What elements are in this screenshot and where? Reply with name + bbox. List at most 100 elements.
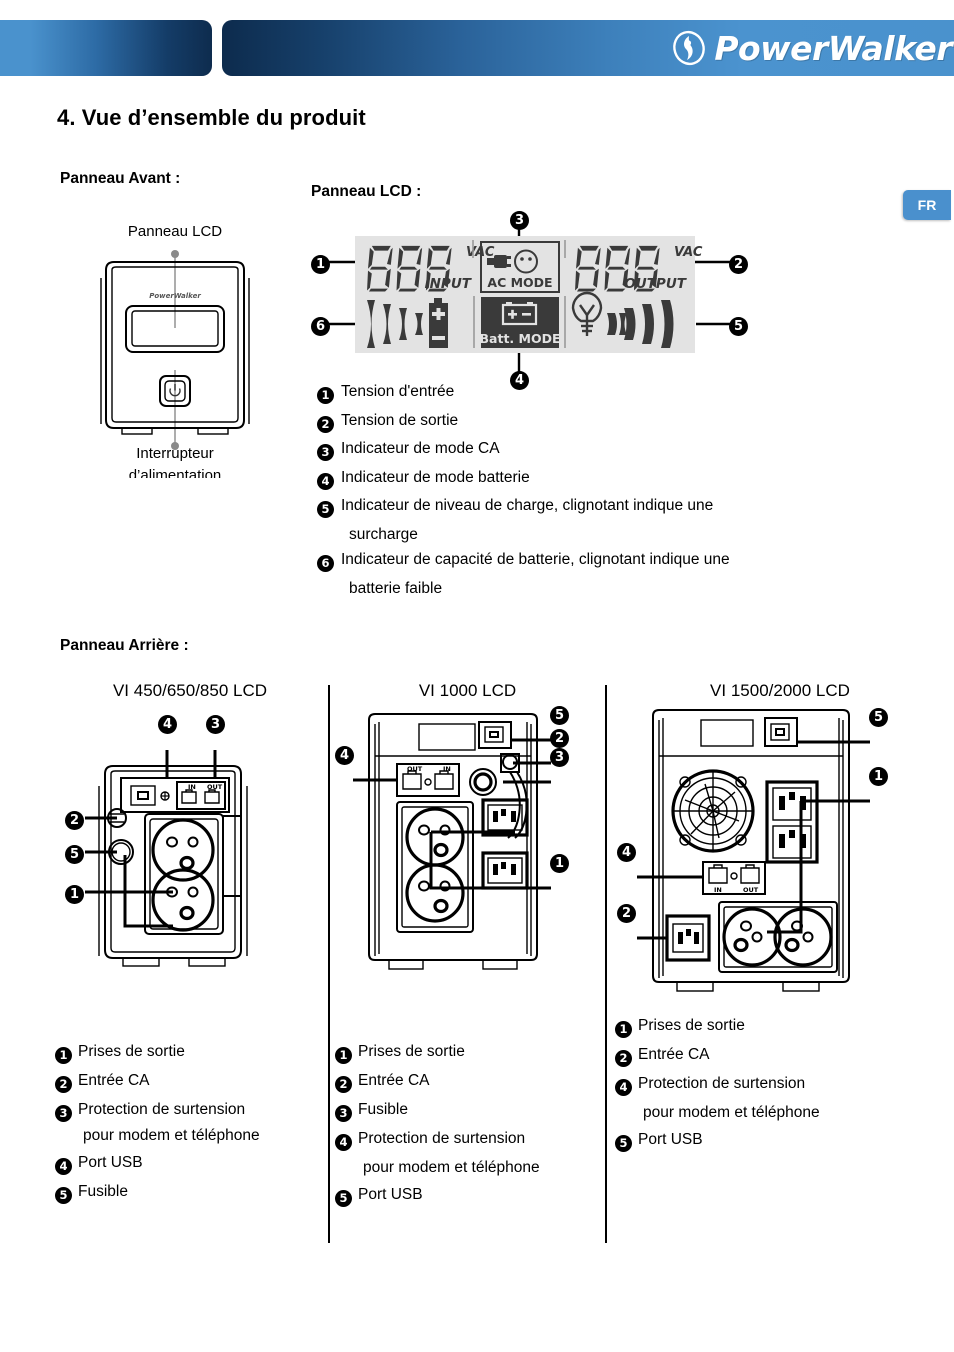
rear2-callout-3: 3	[550, 745, 569, 767]
legend-item: 4 Protection de surtension	[335, 1129, 600, 1151]
header-bar-right: PowerWalker	[222, 20, 954, 76]
legend-bullet: 5	[55, 1182, 78, 1204]
rear2-callout-1: 1	[550, 851, 569, 873]
legend-label: Entrée CA	[358, 1072, 430, 1089]
legend-label: Entrée CA	[78, 1072, 150, 1089]
legend-item: 4 Indicateur de mode batterie	[317, 468, 897, 490]
legend-label: Tension d'entrée	[341, 383, 455, 400]
front-panel-diagram: Panneau LCD Interrupteur d’alimentation …	[60, 222, 290, 492]
lcd-callout-1: 1	[311, 252, 330, 274]
rj11-out-label: OUT	[407, 765, 423, 773]
legend-item: 3 Protection de surtension	[55, 1100, 325, 1122]
legend-label: Indicateur de capacité de batterie, clig…	[341, 551, 730, 568]
legend-bullet: 4	[335, 1129, 358, 1151]
legend-item: 3 Fusible	[335, 1100, 600, 1122]
legend-bullet: 6	[317, 550, 341, 572]
legend-bullet: 4	[317, 468, 341, 490]
legend-bullet: 2	[335, 1071, 358, 1093]
legend-bullet: 2	[615, 1045, 638, 1067]
legend-bullet: 5	[615, 1130, 638, 1152]
legend-bullet: 1	[317, 382, 341, 404]
legend-label: Entrée CA	[638, 1046, 710, 1063]
rear1-callout-5: 5	[65, 842, 84, 864]
rear3-callout-5: 5	[869, 705, 888, 727]
rear-panel-column-3: VI 1500/2000 LCD IN OUT 5 1 4 2 1 Prises…	[615, 680, 945, 1159]
legend-item: 5 Port USB	[615, 1130, 945, 1152]
language-tab-fr[interactable]: FR	[903, 190, 951, 220]
rear-column-2-legend: 1 Prises de sortie 2 Entrée CA 3 Fusible…	[335, 1042, 600, 1207]
rear-column-title: VI 1000 LCD	[418, 681, 517, 700]
lcd-callout-6: 6	[311, 314, 330, 336]
rear1-callout-3: 3	[206, 712, 225, 734]
lcd-input-label: INPUT	[425, 276, 473, 292]
legend-label: Indicateur de mode batterie	[341, 468, 530, 486]
lcd-panel-heading: Panneau LCD :	[311, 183, 422, 200]
svg-text:PowerWalker: PowerWalker	[149, 292, 201, 300]
legend-label: Protection de surtension	[638, 1075, 806, 1092]
legend-item: 5 Port USB	[335, 1185, 600, 1207]
legend-item: 1 Prises de sortie	[615, 1016, 945, 1038]
legend-label-continued: surcharge	[349, 525, 418, 543]
legend-bullet: 1	[55, 1042, 78, 1064]
lcd-output-unit: VAC	[674, 245, 703, 260]
lcd-batt-mode-label: Batt. MODE	[480, 331, 561, 346]
rear-column-title: VI 1500/2000 LCD	[710, 681, 850, 700]
rear-panel-drawing-1: IN OUT	[85, 750, 248, 967]
rear3-callout-1: 1	[869, 764, 888, 786]
legend-label: Prises de sortie	[638, 1017, 745, 1034]
legend-label: Fusible	[358, 1101, 408, 1118]
legend-label-continued: pour modem et téléphone	[363, 1159, 540, 1176]
rear3-callout-2: 2	[617, 901, 636, 923]
rear1-callout-2: 2	[65, 808, 84, 830]
legend-bullet: 4	[55, 1153, 78, 1175]
rear-column-1-legend: 1 Prises de sortie 2 Entrée CA 3 Protect…	[55, 1042, 325, 1204]
lcd-callout-5: 5	[729, 314, 748, 336]
front-panel-callout-lcd: Panneau LCD	[127, 223, 223, 240]
rear-panel-section: VI 450/650/850 LCD IN OUT 4 3 2 5 1 1 Pr…	[55, 680, 945, 1245]
rear-panel-column-2: VI 1000 LCD OUT IN 5 2 3 4 1 1 Prises de…	[335, 680, 600, 1214]
rear-panel-drawing-3: IN OUT	[637, 709, 870, 992]
legend-item: 5 Indicateur de niveau de charge, cligno…	[317, 496, 897, 518]
legend-item: 5 Fusible	[55, 1182, 325, 1204]
legend-label: Protection de surtension	[78, 1101, 246, 1118]
rear2-callout-4: 4	[335, 743, 354, 765]
legend-bullet: 4	[615, 1074, 638, 1096]
legend-bullet: 2	[317, 411, 341, 433]
legend-item: 2 Entrée CA	[55, 1071, 325, 1093]
legend-bullet: 3	[55, 1100, 78, 1122]
legend-item: 3 Indicateur de mode CA	[317, 439, 897, 461]
legend-item: 1 Tension d'entrée	[317, 382, 897, 404]
legend-bullet: 1	[335, 1042, 358, 1064]
legend-bullet: 3	[317, 439, 341, 461]
legend-item: 1 Prises de sortie	[55, 1042, 325, 1064]
front-panel-unit-drawing: PowerWalker	[100, 250, 250, 450]
legend-item: 2 Tension de sortie	[317, 411, 897, 433]
legend-bullet: 5	[335, 1185, 358, 1207]
legend-label: Port USB	[638, 1131, 703, 1148]
legend-label: Tension de sortie	[341, 411, 459, 429]
lcd-ac-mode-label: AC MODE	[487, 275, 552, 290]
page-title: 4. Vue d’ensemble du produit	[57, 105, 366, 130]
lcd-output-label: OUTPUT	[624, 276, 688, 292]
rear-column-title: VI 450/650/850 LCD	[112, 681, 268, 700]
powerwalker-circle-logo-icon	[670, 29, 708, 67]
rj11-out-label: OUT	[743, 886, 759, 894]
legend-label: Prises de sortie	[358, 1043, 465, 1060]
legend-label-continued: batterie faible	[349, 579, 443, 597]
legend-label: Fusible	[78, 1183, 128, 1200]
rear3-callout-4: 4	[617, 840, 636, 862]
legend-item: 1 Prises de sortie	[335, 1042, 600, 1064]
legend-bullet: 3	[335, 1100, 358, 1122]
legend-label: Indicateur de niveau de charge, clignota…	[341, 497, 714, 514]
legend-item: 2 Entrée CA	[335, 1071, 600, 1093]
legend-item: 6 Indicateur de capacité de batterie, cl…	[317, 550, 897, 572]
brand-name: PowerWalker	[714, 28, 952, 68]
header-bar-left	[0, 20, 212, 76]
rear2-callout-5: 5	[550, 703, 569, 725]
column-divider	[328, 685, 330, 1243]
legend-label-continued: pour modem et téléphone	[643, 1104, 820, 1121]
lcd-legend: 1 Tension d'entrée 2 Tension de sortie 3…	[317, 382, 897, 604]
rear1-callout-4: 4	[158, 712, 177, 734]
brand-logo: PowerWalker	[670, 26, 952, 70]
rear-panel-heading: Panneau Arrière :	[60, 637, 189, 654]
